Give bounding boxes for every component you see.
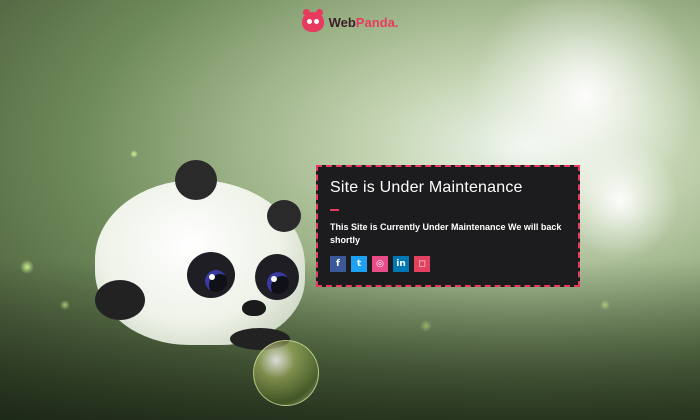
brand-name-part2: Panda. [355,14,399,30]
maintenance-title: Site is Under Maintenance [330,179,523,196]
maintenance-card: Site is Under Maintenance This Site is C… [316,165,580,287]
brand-name-part1: Web [328,14,356,30]
panda-illustration [95,160,325,350]
header: WebPanda. [0,9,700,34]
dribbble-icon: ◎ [376,259,384,269]
facebook-button[interactable]: f [330,256,346,272]
brand-name: WebPanda. [329,15,399,30]
maintenance-message: This Site is Currently Under Maintenance… [330,222,562,245]
linkedin-icon: in [396,259,406,269]
instagram-icon: ◻ [418,259,426,269]
brand-logo[interactable]: WebPanda. [301,9,399,32]
facebook-icon: f [336,259,340,269]
linkedin-button[interactable]: in [393,256,409,272]
title-divider [330,209,339,211]
panda-logo-icon [301,9,324,32]
bubble-decoration [253,340,319,406]
dribbble-button[interactable]: ◎ [372,256,388,272]
twitter-icon: t [356,259,362,269]
instagram-button[interactable]: ◻ [414,256,430,272]
twitter-button[interactable]: t [351,256,367,272]
social-links: f t ◎ in ◻ [330,256,566,272]
